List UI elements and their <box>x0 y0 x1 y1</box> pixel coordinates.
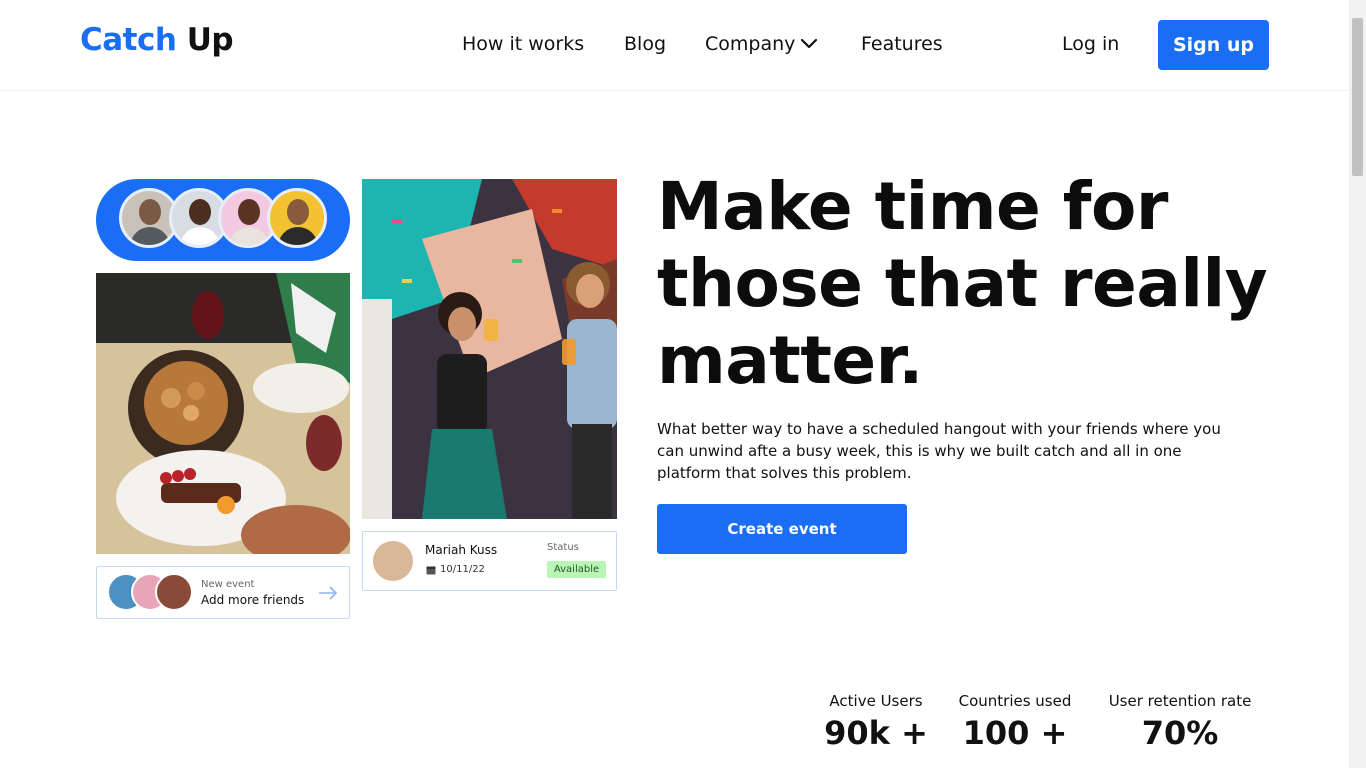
avatar <box>267 188 327 248</box>
chevron-down-icon <box>801 38 818 49</box>
new-event-label: New event <box>201 579 255 590</box>
add-friends-title: Add more friends <box>201 593 305 607</box>
status-badge: Available <box>547 561 606 578</box>
site-header: Catch Up How it works Blog Company Featu… <box>0 0 1349 91</box>
hero-title-line-2: those that really <box>657 245 1268 322</box>
login-link[interactable]: Log in <box>1062 33 1119 55</box>
hero-title-line-1: Make time for <box>657 168 1168 245</box>
nav-how-it-works[interactable]: How it works <box>462 33 584 55</box>
logo-word-catch: Catch <box>80 22 177 58</box>
dinner-photo <box>96 273 350 554</box>
stat-countries-label: Countries used <box>958 692 1072 710</box>
signup-button[interactable]: Sign up <box>1158 20 1269 70</box>
status-card-date: 10/11/22 <box>440 564 485 575</box>
stat-retention-label: User retention rate <box>1108 692 1252 710</box>
logo-word-up: Up <box>186 22 234 58</box>
avatar <box>373 541 413 581</box>
stat-retention-value: 70% <box>1141 714 1219 752</box>
nav-features[interactable]: Features <box>861 33 943 55</box>
scrollbar-thumb[interactable] <box>1352 18 1363 176</box>
hero-title-line-3: matter. <box>657 322 923 399</box>
stat-active-users-label: Active Users <box>829 692 923 710</box>
friends-party-photo <box>362 179 617 519</box>
calendar-icon <box>426 566 436 575</box>
stat-countries-value: 100 + <box>962 714 1068 752</box>
status-card-name: Mariah Kuss <box>425 543 498 557</box>
status-card: Mariah Kuss 10/11/22 Status Available <box>362 531 617 591</box>
status-label: Status <box>547 542 579 553</box>
nav-blog[interactable]: Blog <box>624 33 666 55</box>
stat-active-users-value: 90k + <box>824 714 928 752</box>
hero-title: Make time for those that really matter. <box>657 168 1297 399</box>
nav-company[interactable]: Company <box>705 33 818 55</box>
avatar <box>155 573 193 611</box>
create-event-button[interactable]: Create event <box>657 504 907 554</box>
arrow-right-icon[interactable] <box>317 585 339 601</box>
add-friends-card[interactable]: New event Add more friends <box>96 566 350 619</box>
hero-description: What better way to have a scheduled hang… <box>657 420 1221 482</box>
nav-company-label: Company <box>705 33 796 55</box>
logo[interactable]: Catch Up <box>80 22 234 58</box>
